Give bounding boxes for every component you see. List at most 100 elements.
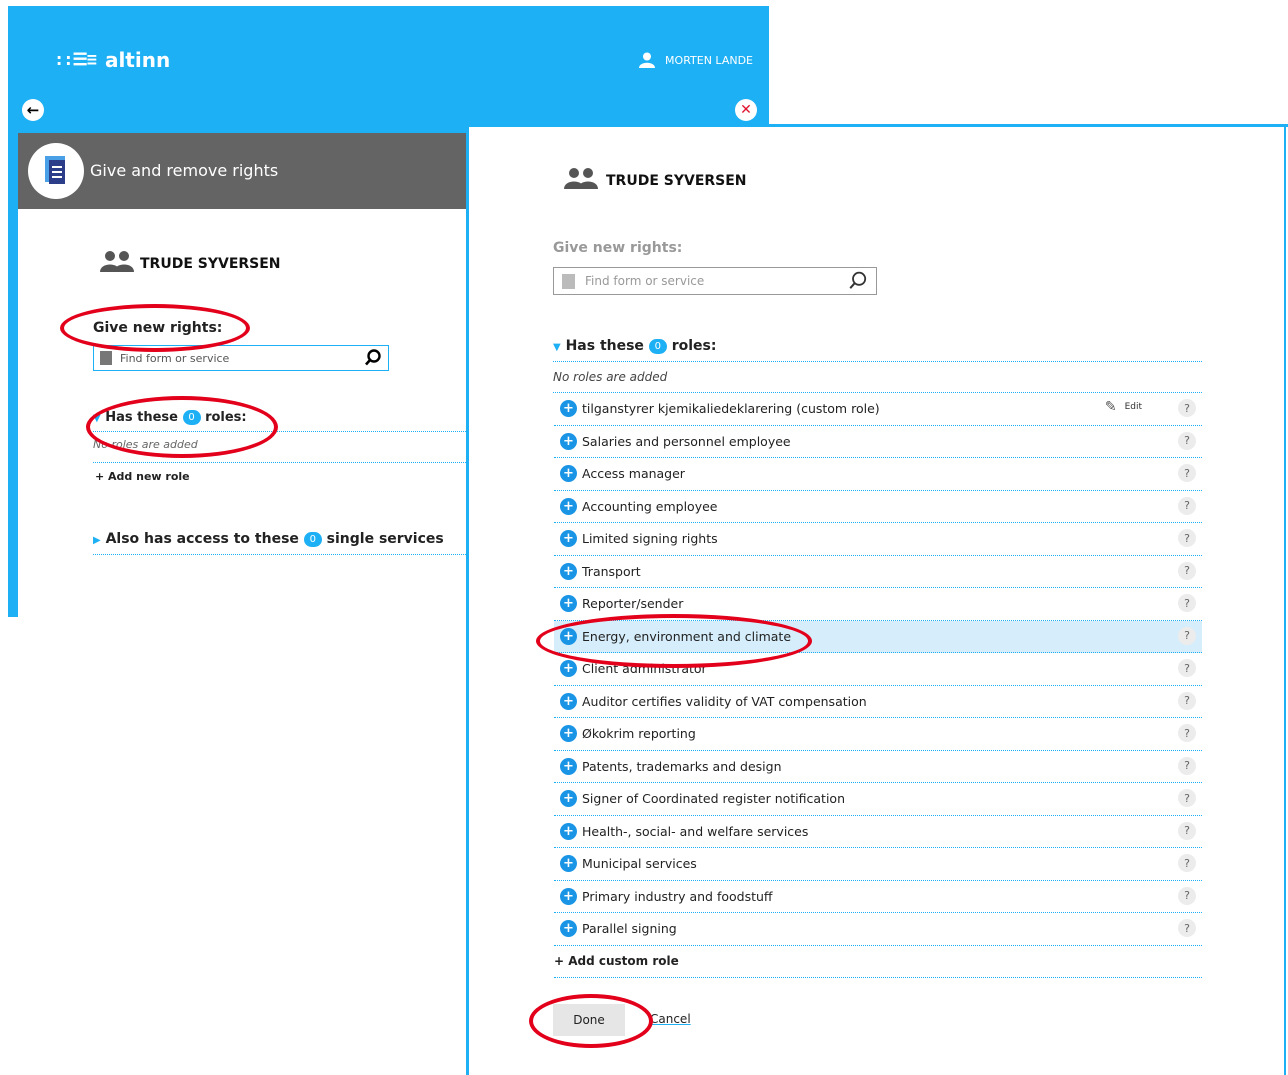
has-roles-header-right[interactable]: ▼ Has these 0 roles: (553, 338, 1202, 362)
help-icon[interactable]: ? (1178, 789, 1196, 807)
role-row[interactable]: + Limited signing rights? (554, 523, 1202, 556)
help-icon[interactable]: ? (1178, 431, 1196, 450)
person-name-left: TRUDE SYVERSEN (140, 256, 281, 272)
help-icon[interactable]: ? (1178, 919, 1196, 937)
person-heading-left: TRUDE SYVERSEN (100, 250, 281, 272)
document-icon (28, 143, 84, 199)
give-rights-label-right: Give new rights: (553, 240, 683, 256)
role-label: Transport (582, 563, 641, 579)
role-count-badge-left: 0 (182, 410, 201, 425)
role-label: Reporter/sender (582, 596, 684, 612)
search-placeholder: Find form or service (585, 274, 705, 288)
add-plus-icon[interactable]: + (560, 822, 577, 840)
role-row[interactable]: + Transport? (554, 556, 1202, 588)
role-row[interactable]: + Auditor certifies validity of VAT compe… (554, 686, 1202, 718)
add-plus-icon[interactable]: + (560, 725, 577, 743)
role-count-badge-right: 0 (648, 338, 667, 354)
card-title: Give and remove rights (90, 161, 279, 180)
add-plus-icon[interactable]: + (560, 887, 577, 905)
role-row[interactable]: + Reporter/sender? (554, 588, 1202, 621)
people-icon (564, 168, 598, 189)
has-roles-post-right: roles: (671, 338, 717, 354)
add-plus-icon[interactable]: + (560, 432, 577, 450)
has-roles-header-left[interactable]: ▼ Has these 0 roles: (93, 410, 466, 432)
role-row[interactable]: + Patents, trademarks and design? (554, 751, 1202, 783)
help-icon[interactable]: ? (1178, 626, 1196, 645)
also-pre-left: Also has access to these (105, 531, 299, 547)
user-menu[interactable]: MORTEN LANDE (639, 52, 753, 68)
add-plus-icon[interactable]: + (560, 627, 577, 645)
close-icon[interactable]: ✕ (735, 99, 757, 121)
also-post-left: single services (326, 531, 444, 547)
role-row[interactable]: + Primary industry and foodstuff? (554, 881, 1202, 913)
role-row[interactable]: + Salaries and personnel employee? (554, 426, 1202, 458)
role-row[interactable]: + Health-, social- and welfare services? (554, 816, 1202, 848)
help-icon[interactable]: ? (1178, 594, 1196, 612)
help-icon[interactable]: ? (1178, 496, 1196, 515)
help-icon[interactable]: ? (1178, 724, 1196, 742)
role-row[interactable]: + Parallel signing? (554, 913, 1202, 946)
edit-button[interactable]: ✎ Edit (1105, 399, 1142, 415)
add-plus-icon[interactable]: + (560, 465, 577, 483)
form-icon (100, 351, 112, 365)
help-icon[interactable]: ? (1178, 464, 1196, 482)
back-arrow-icon[interactable]: ← (22, 99, 44, 121)
role-row[interactable]: + Økokrim reporting? (554, 718, 1202, 751)
search-input-left[interactable]: Find form or service (93, 345, 389, 371)
help-icon[interactable]: ? (1178, 529, 1196, 547)
search-icon[interactable] (364, 349, 382, 367)
done-button[interactable]: Done (553, 1004, 625, 1036)
help-icon[interactable]: ? (1178, 399, 1196, 417)
add-plus-icon[interactable]: + (560, 562, 577, 580)
user-icon (639, 52, 656, 68)
role-label: Access manager (582, 466, 685, 482)
help-icon[interactable]: ? (1178, 854, 1196, 872)
role-label: tilganstyrer kjemikaliedeklarering (cust… (582, 401, 880, 417)
role-row[interactable]: + Municipal services? (554, 848, 1202, 881)
search-input[interactable]: Find form or service (553, 267, 877, 295)
form-icon (562, 273, 575, 289)
role-label: Health-, social- and welfare services (582, 823, 809, 839)
add-new-role-link[interactable]: + Add new role (95, 470, 190, 483)
search-icon[interactable] (848, 271, 868, 291)
add-plus-icon[interactable]: + (560, 855, 577, 873)
add-plus-icon[interactable]: + (560, 400, 577, 418)
help-icon[interactable]: ? (1178, 821, 1196, 840)
brand[interactable]: ::☰≡ altinn (54, 48, 170, 72)
role-list: + tilganstyrer kjemikaliedeklarering (cus… (554, 393, 1202, 978)
role-row[interactable]: + Client administrator? (554, 653, 1202, 686)
help-icon[interactable]: ? (1178, 756, 1196, 775)
single-services-header-left[interactable]: ▶ Also has access to these 0 single serv… (93, 531, 466, 555)
help-icon[interactable]: ? (1178, 561, 1196, 580)
cancel-link[interactable]: Cancel (650, 1012, 691, 1026)
role-label: Limited signing rights (582, 531, 718, 547)
help-icon[interactable]: ? (1178, 659, 1196, 677)
role-row[interactable]: + Accounting employee? (554, 491, 1202, 523)
role-row-highlighted[interactable]: + Energy, environment and climate? (554, 620, 1202, 653)
help-icon[interactable]: ? (1178, 691, 1196, 710)
collapse-triangle-icon: ▶ (93, 535, 101, 546)
add-custom-role-link[interactable]: + Add custom role (554, 946, 1202, 978)
give-rights-label-left: Give new rights: (93, 320, 223, 336)
expand-triangle-icon: ▼ (553, 342, 561, 353)
role-row[interactable]: + tilganstyrer kjemikaliedeklarering (cus… (554, 393, 1202, 426)
has-roles-pre-right: Has these (565, 338, 644, 354)
role-row[interactable]: + Signer of Coordinated register notifica… (554, 783, 1202, 816)
add-plus-icon[interactable]: + (560, 595, 577, 613)
user-name: MORTEN LANDE (665, 53, 753, 67)
add-plus-icon[interactable]: + (560, 692, 577, 710)
pencil-icon: ✎ (1104, 399, 1117, 415)
add-plus-icon[interactable]: + (560, 497, 577, 515)
add-plus-icon[interactable]: + (560, 790, 577, 808)
card-header: Give and remove rights (18, 133, 474, 209)
add-plus-icon[interactable]: + (560, 530, 577, 548)
add-plus-icon[interactable]: + (560, 757, 577, 775)
has-roles-post-left: roles: (205, 410, 247, 425)
no-roles-text-right: No roles are added (553, 370, 1202, 393)
help-icon[interactable]: ? (1178, 886, 1196, 905)
role-label: Parallel signing (582, 921, 677, 937)
add-plus-icon[interactable]: + (560, 920, 577, 938)
add-plus-icon[interactable]: + (560, 660, 577, 678)
role-row[interactable]: + Access manager? (554, 458, 1202, 491)
role-label: Energy, environment and climate (582, 628, 792, 644)
